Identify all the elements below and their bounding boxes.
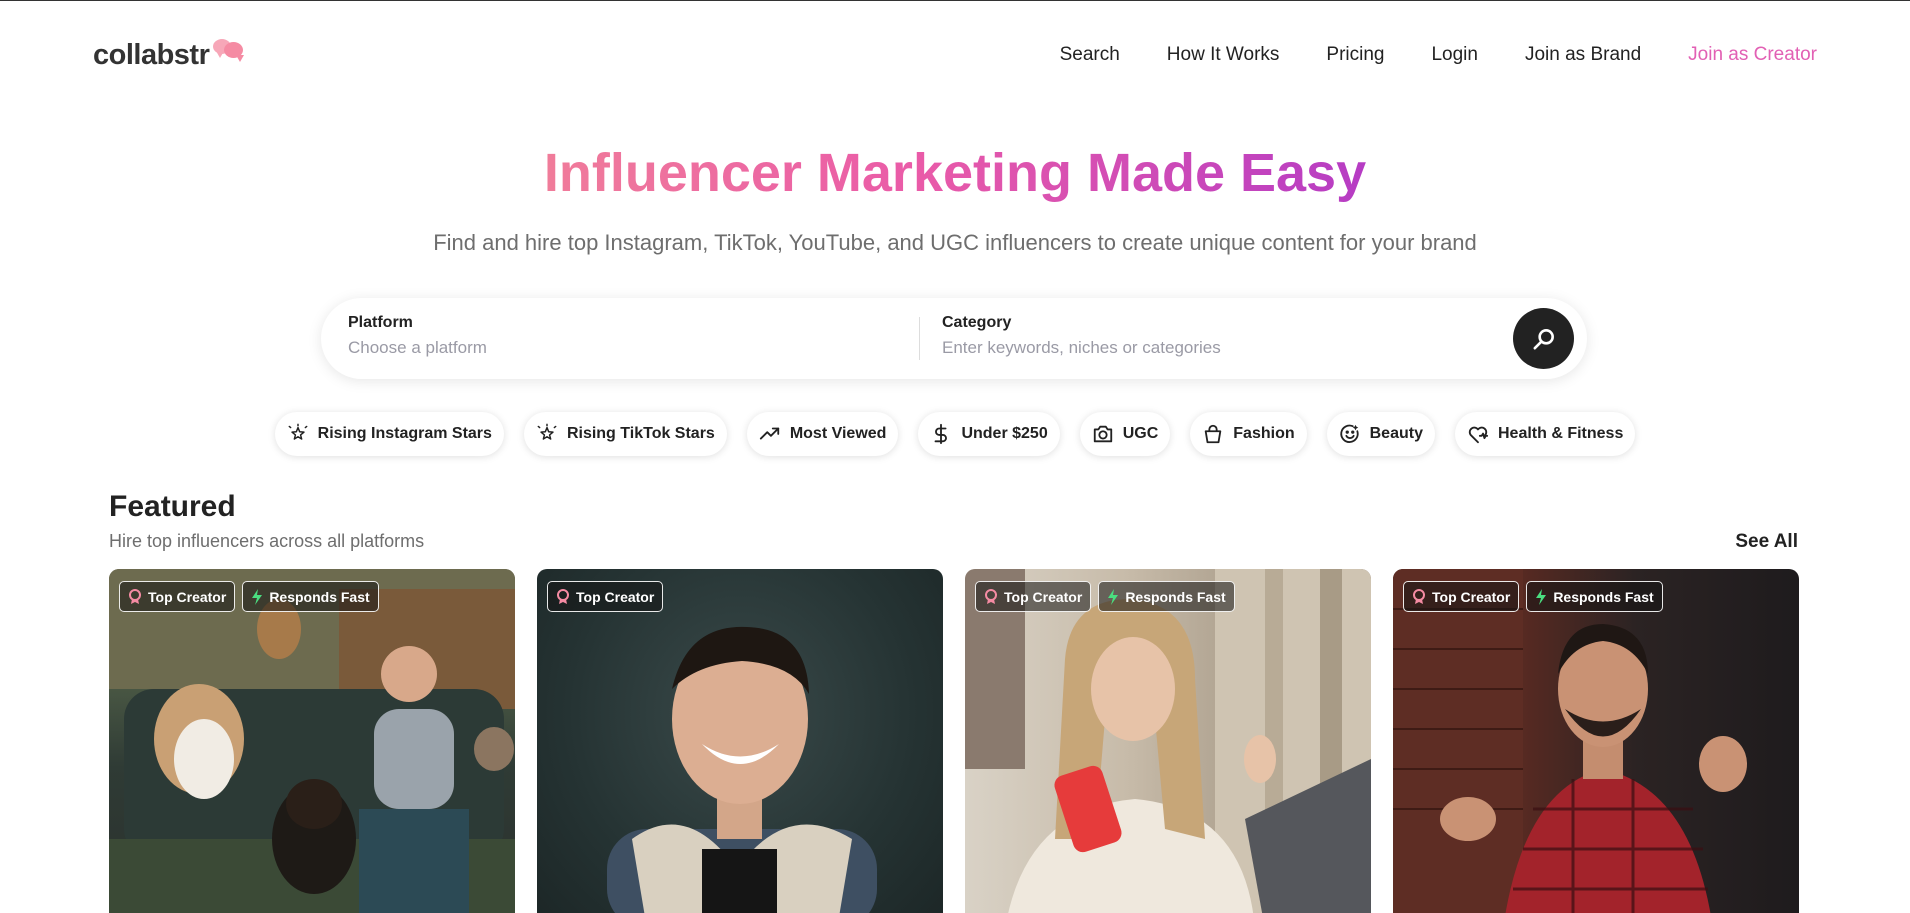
creator-photo [965,569,1371,913]
creator-card[interactable]: Top Creator Responds Fast [965,569,1371,913]
platform-input[interactable] [348,338,908,358]
search-button[interactable] [1513,308,1574,369]
chip-label: Health & Fitness [1497,425,1624,442]
responds-fast-badge: Responds Fast [242,581,379,612]
chip-label: Most Viewed [789,425,887,442]
trending-up-icon [759,427,779,440]
chip-label: Rising TikTok Stars [566,425,715,442]
creator-photo [1393,569,1799,913]
card-badges: Top Creator Responds Fast [1403,581,1663,612]
creator-photo [537,569,943,913]
award-icon [1413,588,1425,604]
top-creator-badge: Top Creator [547,581,664,612]
card-badges: Top Creator Responds Fast [119,581,379,612]
creator-card[interactable]: Top Creator Responds Fast [109,569,515,913]
award-icon [557,588,569,604]
lightning-icon [252,588,263,605]
creator-card[interactable]: Top Creator Responds Fast [1393,569,1799,913]
platform-label: Platform [348,314,413,331]
top-creator-badge: Top Creator [119,581,236,612]
chip-fashion[interactable]: Fashion [1190,412,1307,456]
platform-field[interactable]: Platform [348,314,908,358]
top-creator-badge: Top Creator [975,581,1092,612]
sparkle-icon [288,423,308,440]
chip-label: Rising Instagram Stars [317,425,492,442]
nav-join-as-creator[interactable]: Join as Creator [1688,44,1817,66]
award-icon [129,588,141,604]
nav-search[interactable]: Search [1060,44,1120,66]
sparkle-icon [537,423,557,440]
hero-subtitle: Find and hire top Instagram, TikTok, You… [433,230,1477,255]
category-field[interactable]: Category [942,314,1482,358]
chip-most-viewed[interactable]: Most Viewed [746,412,899,456]
creator-photo [109,569,515,913]
responds-fast-badge: Responds Fast [1098,581,1235,612]
chip-label: Beauty [1369,425,1423,442]
creator-card[interactable]: Top Creator [537,569,943,913]
chip-label: Under $250 [961,425,1048,442]
smile-icon [1339,424,1359,443]
category-input[interactable] [942,338,1482,358]
card-badges: Top Creator Responds Fast [975,581,1235,612]
nav-login[interactable]: Login [1431,44,1478,66]
camera-icon [1093,425,1112,443]
card-badges: Top Creator [547,581,664,612]
chat-bubbles-icon [211,37,245,65]
featured-subtitle: Hire top influencers across all platform… [109,531,425,551]
chip-label: Fashion [1233,425,1295,442]
search-divider [919,317,920,360]
award-icon [985,588,997,604]
chip-beauty[interactable]: Beauty [1326,412,1435,456]
featured-title: Featured [109,490,236,523]
top-creator-badge: Top Creator [1403,581,1520,612]
chip-rising-tiktok-stars[interactable]: Rising TikTok Stars [523,412,727,456]
header: collabstr Search How It Works Pricing Lo… [0,1,1910,111]
logo-text: collabstr [93,39,210,71]
dollar-icon [935,423,948,445]
chip-health-fitness[interactable]: Health & Fitness [1454,412,1636,456]
chip-under-250[interactable]: Under $250 [918,412,1060,456]
chip-rising-instagram-stars[interactable]: Rising Instagram Stars [274,412,504,456]
lightning-icon [1108,588,1119,605]
hero-title: Influencer Marketing Made Easy [543,143,1367,203]
category-label: Category [942,314,1012,331]
main-nav: Search How It Works Pricing Login Join a… [1060,44,1817,66]
nav-pricing[interactable]: Pricing [1326,44,1384,66]
logo[interactable]: collabstr [93,39,245,72]
nav-join-as-brand[interactable]: Join as Brand [1525,44,1641,66]
category-chips: Rising Instagram Stars Rising TikTok Sta… [0,412,1910,456]
heart-pulse-icon [1468,426,1489,444]
featured-cards: Top Creator Responds Fast Top Creator To… [109,569,1799,913]
search-icon [1532,328,1554,350]
chip-ugc[interactable]: UGC [1079,412,1171,456]
search-bar: Platform Category [321,298,1587,379]
see-all-link[interactable]: See All [1735,531,1798,553]
nav-how-it-works[interactable]: How It Works [1167,44,1280,66]
shopping-bag-icon [1205,424,1222,444]
responds-fast-badge: Responds Fast [1526,581,1663,612]
chip-label: UGC [1122,425,1159,442]
lightning-icon [1536,588,1547,605]
